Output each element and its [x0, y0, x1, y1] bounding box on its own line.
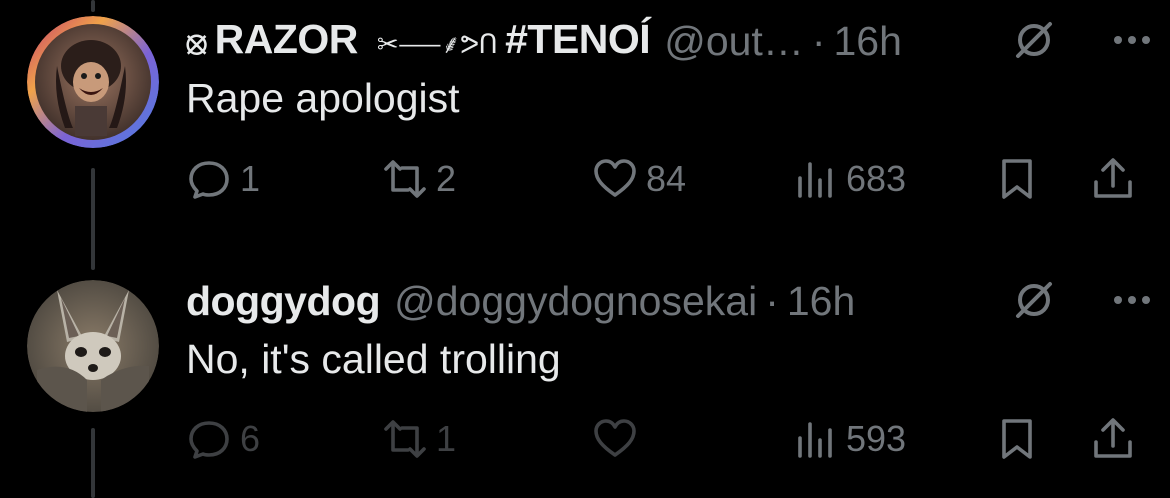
- reply-button[interactable]: 6: [186, 414, 260, 464]
- share-button[interactable]: [1090, 154, 1136, 204]
- views-icon: [798, 422, 832, 458]
- like-button[interactable]: 84: [592, 154, 686, 204]
- repost-count: 2: [436, 158, 457, 199]
- tweet[interactable]: ⦻ RAZOR ✂⸺⸙ᕗᑎ #TENOÍ @out… · 16h Rape apol…: [0, 14, 1170, 214]
- action-bar: 6 1 593: [186, 414, 1146, 464]
- reply-icon: [189, 421, 229, 459]
- repost-count: 1: [436, 418, 457, 459]
- views-button[interactable]: 593: [792, 414, 906, 464]
- heart-icon: [594, 419, 636, 457]
- reply-icon: [189, 161, 229, 199]
- tweet-header: doggydog @doggydognosekai · 16h: [186, 276, 1146, 326]
- tweet-text: Rape apologist: [186, 75, 460, 121]
- more-icon[interactable]: [1108, 280, 1156, 320]
- grok-icon[interactable]: [1012, 18, 1056, 62]
- views-button[interactable]: 683: [792, 154, 906, 204]
- name-text: RAZOR: [214, 15, 359, 62]
- timestamp[interactable]: 16h: [787, 276, 855, 326]
- more-icon[interactable]: [1108, 20, 1156, 60]
- reply-button[interactable]: 1: [186, 154, 260, 204]
- bookmark-button[interactable]: [994, 154, 1040, 204]
- share-icon: [1094, 418, 1132, 458]
- repost-button[interactable]: 2: [382, 154, 456, 204]
- tweet-header: ⦻ RAZOR ✂⸺⸙ᕗᑎ #TENOÍ @out… · 16h: [186, 16, 1146, 66]
- view-count: 593: [846, 418, 907, 459]
- timestamp[interactable]: 16h: [833, 16, 901, 66]
- like-button[interactable]: [592, 414, 646, 464]
- name-suffix: ✂⸺⸙ᕗᑎ: [376, 28, 498, 59]
- like-count: 84: [646, 158, 687, 199]
- bookmark-icon: [1002, 419, 1032, 459]
- bookmark-button[interactable]: [994, 414, 1040, 464]
- separator-dot: ·: [765, 278, 779, 324]
- handle[interactable]: @doggydognosekai: [394, 276, 757, 326]
- bookmark-icon: [1002, 159, 1032, 199]
- display-name[interactable]: ⦻ RAZOR ✂⸺⸙ᕗᑎ #TENOÍ: [186, 14, 651, 69]
- thread-line-top: [91, 0, 95, 12]
- name-prefix: ⦻: [186, 23, 207, 60]
- reply-count: 1: [240, 158, 261, 199]
- reply-count: 6: [240, 418, 261, 459]
- separator-dot: ·: [811, 18, 826, 64]
- tweet[interactable]: doggydog @doggydognosekai · 16h No, it's…: [0, 274, 1170, 498]
- tweet-text: No, it's called trolling: [186, 336, 561, 382]
- avatar[interactable]: [27, 280, 159, 412]
- display-name[interactable]: doggydog: [186, 276, 381, 326]
- share-button[interactable]: [1090, 414, 1136, 464]
- avatar[interactable]: [27, 16, 159, 148]
- share-icon: [1094, 158, 1132, 198]
- handle[interactable]: @out…: [664, 16, 804, 66]
- grok-icon[interactable]: [1012, 278, 1056, 322]
- repost-icon: [384, 160, 426, 198]
- action-bar: 1 2 84 683: [186, 154, 1146, 204]
- view-count: 683: [846, 158, 907, 199]
- name-tag: #TENOÍ: [505, 15, 651, 62]
- views-icon: [798, 162, 832, 198]
- repost-button[interactable]: 1: [382, 414, 456, 464]
- repost-icon: [384, 420, 426, 458]
- heart-icon: [594, 159, 636, 197]
